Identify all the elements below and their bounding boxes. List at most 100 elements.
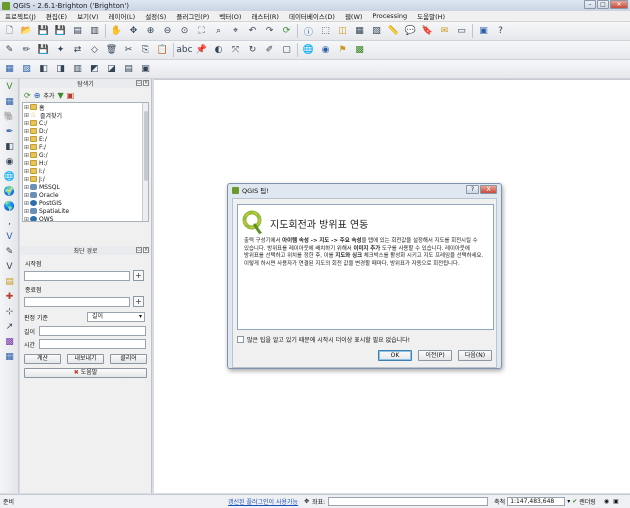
tree-item[interactable]: ⊞ J:/ (23, 175, 148, 183)
zoom-last-icon[interactable]: ↶ (245, 24, 260, 39)
raster-full-icon[interactable]: ◨ (53, 62, 68, 77)
menu-view[interactable]: 보기(V) (72, 11, 103, 21)
add-wcs-icon[interactable]: 🌍 (2, 185, 17, 199)
menu-web[interactable]: 웹(W) (340, 11, 367, 21)
zoom-next-icon[interactable]: ↷ (262, 24, 277, 39)
new-gpx-icon[interactable]: ▤ (2, 275, 17, 289)
menu-edit[interactable]: 편집(E) (41, 11, 72, 21)
crs-icon[interactable]: ⊹ (2, 305, 17, 319)
copy-features-icon[interactable]: ⎘ (138, 43, 153, 58)
current-edits-icon[interactable]: ✎ (2, 43, 17, 58)
field-calculator-icon[interactable]: ▧ (369, 24, 384, 39)
add-mssql-icon[interactable]: ◧ (2, 140, 17, 154)
float-panel-icon[interactable]: ▫ (136, 247, 142, 253)
dont-show-label[interactable]: 많은 팁을 알고 있기 때문에 시작시 더이상 표시할 필요 없습니다! (247, 335, 410, 344)
raster-contrast-icon[interactable]: ◪ (104, 62, 119, 77)
collapse-icon[interactable]: ▣ (67, 91, 75, 100)
csw-icon[interactable]: ▢ (279, 43, 294, 58)
tree-item[interactable]: ⊞ E:/ (23, 135, 148, 143)
georeferencer-icon[interactable]: ⚑ (335, 43, 350, 58)
close-panel-icon[interactable]: × (143, 247, 149, 253)
dialog-close-button[interactable]: X (480, 185, 497, 194)
add-oracle-icon[interactable]: ◉ (2, 155, 17, 169)
end-point-input[interactable] (24, 296, 130, 307)
raster-calc-icon[interactable]: ▦ (2, 62, 17, 77)
add-postgis-icon[interactable]: 🐘 (2, 110, 17, 124)
add-feature-icon[interactable]: ✦ (53, 43, 68, 58)
map-tips-icon[interactable]: 💬 (403, 24, 418, 39)
extents-toggle-icon[interactable]: ✥ (304, 498, 309, 505)
zoom-native-icon[interactable]: ⊙ (177, 24, 192, 39)
tree-item[interactable]: ⊞ ☆ 즐겨찾기 (23, 111, 148, 120)
identify-icon[interactable]: ⓘ (301, 24, 316, 39)
tree-item[interactable]: ⊞ MSSQL (23, 183, 148, 191)
label-icon[interactable]: abc (176, 43, 192, 58)
start-point-input[interactable] (24, 270, 130, 281)
menu-raster[interactable]: 래스터(R) (246, 11, 284, 21)
export-button[interactable]: 내보내기 (67, 354, 104, 364)
zoom-in-icon[interactable]: ⊕ (143, 24, 158, 39)
label-show-hide-icon[interactable]: ◐ (211, 43, 226, 58)
add-layer-icon[interactable]: ⊕ (34, 91, 41, 100)
menu-help[interactable]: 도움말(H) (412, 11, 450, 21)
expand-icon[interactable]: ⊞ (23, 200, 30, 207)
clear-button[interactable]: 클리어 (110, 354, 147, 364)
tree-item[interactable]: ⊞ C:/ (23, 119, 148, 127)
new-spatialite-icon[interactable]: V (2, 260, 17, 274)
bookmark-icon[interactable]: 🔖 (420, 24, 435, 39)
scale-dropdown-icon[interactable]: ▾ (567, 498, 570, 505)
expand-icon[interactable]: ⊞ (23, 136, 30, 143)
add-virtual-icon[interactable]: V (2, 230, 17, 244)
heatmap-icon[interactable]: ▩ (2, 335, 17, 349)
plugin-update-link[interactable]: 갱신된 플러그인이 사용가능 (228, 497, 298, 506)
pan-icon[interactable]: ✋ (109, 24, 124, 39)
tree-item[interactable]: ⊞ G:/ (23, 151, 148, 159)
raster-decrease-icon[interactable]: ▣ (138, 62, 153, 77)
globe-icon[interactable]: 🌐 (301, 43, 316, 58)
zoom-layer-icon[interactable]: ⌖ (228, 24, 243, 39)
tree-item[interactable]: ⊞ OWS (23, 215, 148, 221)
cut-features-icon[interactable]: ✂ (121, 43, 136, 58)
annotation-icon[interactable]: ✉ (437, 24, 452, 39)
menu-layer[interactable]: 레이어(L) (104, 11, 141, 21)
tree-item[interactable]: ⊞ SpatiaLite (23, 207, 148, 215)
add-delimited-icon[interactable]: , (2, 215, 17, 229)
tree-scrollbar[interactable] (142, 103, 148, 221)
attribute-table-icon[interactable]: ▦ (352, 24, 367, 39)
add-spatialite-icon[interactable]: ✒ (2, 125, 17, 139)
expand-icon[interactable]: ⊞ (23, 176, 30, 183)
calculate-button[interactable]: 계산 (24, 354, 61, 364)
ok-button[interactable]: OK (378, 350, 412, 361)
tree-item[interactable]: ⊞ H:/ (23, 159, 148, 167)
new-composer-icon[interactable]: ▤ (70, 24, 85, 39)
messages-icon[interactable]: ▣ (613, 498, 619, 505)
next-button[interactable]: 다음(N) (458, 350, 492, 361)
select-icon[interactable]: ⬚ (318, 24, 333, 39)
text-annotation-icon[interactable]: ▭ (454, 24, 469, 39)
zoom-selection-icon[interactable]: ⌕ (211, 24, 226, 39)
add-wfs-icon[interactable]: 🌎 (2, 200, 17, 214)
scale-input[interactable]: 1:147,483,648 (507, 497, 566, 506)
help-button[interactable]: ✖ 도움말 (24, 368, 147, 378)
label-move-icon[interactable]: ⤧ (228, 43, 243, 58)
tree-item[interactable]: ⊞ D:/ (23, 127, 148, 135)
tree-item[interactable]: ⊞ PostGIS (23, 199, 148, 207)
delete-selected-icon[interactable]: 🗑 (104, 43, 119, 58)
add-wms-icon[interactable]: 🌐 (2, 170, 17, 184)
move-feature-icon[interactable]: ⇄ (70, 43, 85, 58)
raster-stretch-icon[interactable]: ▨ (19, 62, 34, 77)
raster-local-icon[interactable]: ◧ (36, 62, 51, 77)
grid-plugin-icon[interactable]: ▩ (352, 43, 367, 58)
open-project-icon[interactable]: 📂 (19, 24, 34, 39)
add-vector-icon[interactable]: V (2, 80, 17, 94)
menu-project[interactable]: 프로젝트(J) (0, 11, 41, 21)
label-change-icon[interactable]: ✐ (262, 43, 277, 58)
label-pin-icon[interactable]: 📌 (194, 43, 209, 58)
maximize-button[interactable]: □ (597, 0, 609, 9)
criterion-select[interactable]: 길이 (87, 312, 145, 322)
filter-icon[interactable]: ▼ (57, 91, 63, 100)
menu-settings[interactable]: 설정(S) (140, 11, 171, 21)
crs-status-icon[interactable]: ◉ (604, 498, 609, 505)
measure-icon[interactable]: 📏 (386, 24, 401, 39)
expand-icon[interactable]: ⊞ (23, 184, 30, 191)
